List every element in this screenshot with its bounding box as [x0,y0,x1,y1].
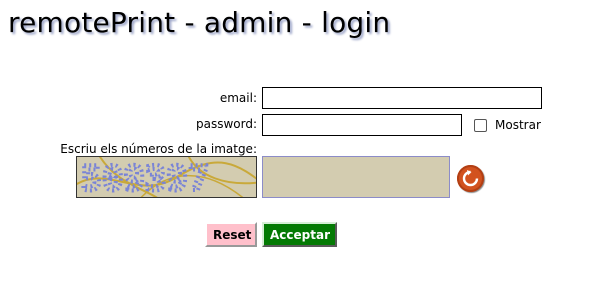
password-field[interactable] [262,114,462,136]
email-field[interactable] [262,87,542,109]
reset-button[interactable]: Reset [205,222,257,247]
refresh-icon [462,170,479,187]
captcha-image: 509397 [76,156,257,198]
accept-button[interactable]: Acceptar [262,222,337,247]
captcha-input[interactable] [262,156,450,198]
email-label: email: [219,91,257,105]
show-password-label: Mostrar [495,118,541,132]
password-label: password: [195,117,257,131]
captcha-noise: 509397 [77,157,256,198]
captcha-digits: 509397 [81,159,210,198]
refresh-captcha-button[interactable] [457,165,484,192]
captcha-label: Escriu els números de la imatge: [60,142,257,156]
page-title: remotePrint - admin - login [8,6,391,39]
show-password-toggle[interactable]: Mostrar [474,118,541,132]
show-password-checkbox[interactable] [474,118,487,132]
